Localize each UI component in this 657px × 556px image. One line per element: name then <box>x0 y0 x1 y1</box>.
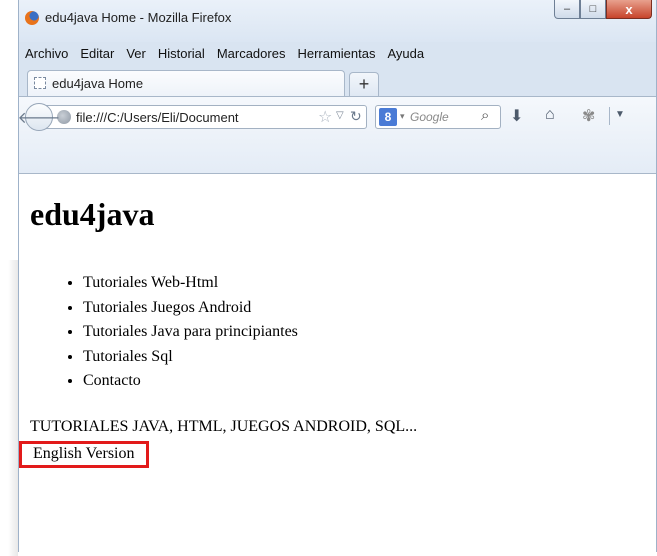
nav-link-contacto[interactable]: Contacto <box>83 369 298 394</box>
new-tab-button[interactable]: + <box>349 72 379 96</box>
menu-herramientas[interactable]: Herramientas <box>291 46 381 61</box>
home-icon[interactable]: ⌂ <box>545 106 555 124</box>
tab-strip: edu4java Home + <box>19 66 656 96</box>
menu-ver[interactable]: Ver <box>120 46 152 61</box>
bookmark-star-icon[interactable]: ☆ <box>318 107 332 127</box>
back-button[interactable]: 🡐 <box>18 103 60 131</box>
page-favicon-icon <box>34 77 46 89</box>
close-button[interactable]: x <box>606 0 652 19</box>
search-input[interactable]: Google <box>410 110 449 124</box>
nav-link-java-principiantes[interactable]: Tutoriales Java para principiantes <box>83 320 298 345</box>
nav-link-juegos-android[interactable]: Tutoriales Juegos Android <box>83 296 298 321</box>
tab-label: edu4java Home <box>52 76 144 91</box>
toolbar-separator <box>609 107 610 125</box>
page-heading: edu4java <box>30 196 155 232</box>
menu-historial[interactable]: Historial <box>152 46 211 61</box>
chevron-down-icon[interactable]: ▼ <box>615 109 625 120</box>
search-magnifier-icon[interactable]: ⌕ <box>481 107 489 124</box>
menu-bar: Archivo Editar Ver Historial Marcadores … <box>19 42 656 64</box>
menu-editar[interactable]: Editar <box>74 46 120 61</box>
nav-link-web-html[interactable]: Tutoriales Web-Html <box>83 271 298 296</box>
desktop-edge <box>0 0 18 556</box>
url-text[interactable]: file:///C:/Users/Eli/Document <box>76 110 239 125</box>
browser-window: edu4java Home - Mozilla Firefox – □ x Ar… <box>18 0 657 552</box>
menu-ayuda[interactable]: Ayuda <box>381 46 430 61</box>
tab-edu4java-home[interactable]: edu4java Home <box>27 70 345 96</box>
page-content: edu4java Tutoriales Web-Html Tutoriales … <box>19 174 656 552</box>
history-dropdown-icon[interactable]: ▽ <box>336 110 344 121</box>
reload-icon[interactable]: ↻ <box>350 108 362 125</box>
navigation-toolbar: file:///C:/Users/Eli/Document ☆ ▽ ↻ 🡐 8 … <box>18 96 656 174</box>
window-title: edu4java Home - Mozilla Firefox <box>45 10 232 25</box>
menu-archivo[interactable]: Archivo <box>19 46 74 61</box>
window-controls: – □ x <box>554 0 652 22</box>
nav-link-sql[interactable]: Tutoriales Sql <box>83 345 298 370</box>
search-engine-icon[interactable]: 8 <box>379 108 397 126</box>
search-bar[interactable]: 8 ▾ Google ⌕ <box>375 105 501 129</box>
firefox-logo-icon <box>25 11 39 25</box>
engine-dropdown-icon[interactable]: ▾ <box>400 111 405 122</box>
puzzle-icon[interactable]: ✾ <box>582 106 595 126</box>
page-subtitle: TUTORIALES JAVA, HTML, JUEGOS ANDROID, S… <box>30 418 418 435</box>
nav-link-list: Tutoriales Web-Html Tutoriales Juegos An… <box>59 271 298 394</box>
download-arrow-icon[interactable]: ⬇ <box>510 106 523 126</box>
title-bar: edu4java Home - Mozilla Firefox – □ x <box>19 0 656 42</box>
maximize-button[interactable]: □ <box>580 0 606 19</box>
menu-marcadores[interactable]: Marcadores <box>211 46 292 61</box>
back-arrow-icon: 🡐 <box>17 109 61 127</box>
url-bar[interactable]: file:///C:/Users/Eli/Document ☆ ▽ ↻ <box>45 105 367 129</box>
english-version-link[interactable]: English Version <box>19 441 150 468</box>
minimize-button[interactable]: – <box>554 0 580 19</box>
